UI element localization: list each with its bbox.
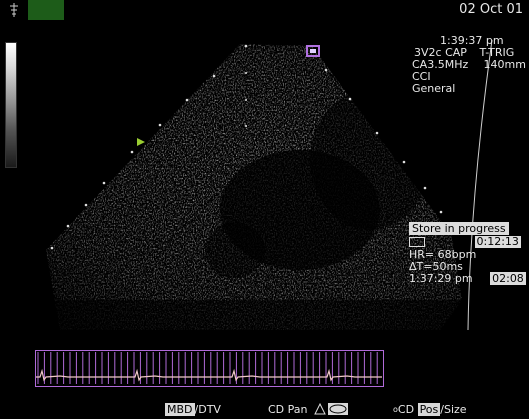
ecg-frame [35,350,384,387]
clip-length-badge: 02:08 [490,272,526,285]
eye-icon[interactable] [328,403,348,415]
mbd-dtv-control[interactable]: MBD/DTV [165,403,221,416]
ecg-trace [35,350,384,387]
cd-pos-size-control[interactable]: oCD Pos/Size [393,403,467,416]
cd-label[interactable]: CD [398,403,414,416]
ecg-waveform [36,368,382,382]
store-status-badge: Store in progress [409,222,509,235]
triangle-icon[interactable] [314,402,326,418]
logo-icon [8,2,20,18]
record-icon [409,237,425,247]
status-indicator [28,0,64,20]
focus-marker-icon [306,42,320,57]
depth-label: 140mm [483,58,526,71]
store-panel: Store in progress 0:12:13 HR= 68bpm ΔT=5… [409,222,526,286]
cursor-marker-icon [137,131,145,146]
cd-pan-label[interactable]: CD Pan [268,404,308,416]
settings-panel: 1:39:37 pm 3V2c CAP T-TRIG CA3.5MHz 140m… [407,35,526,95]
mbd-box[interactable]: MBD [165,403,195,416]
preset-label: General [412,82,456,95]
bottom-bar: MBD/DTV CD Pan oCD Pos/Size [0,402,529,419]
store-clock-label: 1:37:29 pm [409,272,473,285]
size-label[interactable]: /Size [440,403,466,416]
grayscale-bar [5,42,17,168]
ecg-strip [35,350,384,387]
pos-box[interactable]: Pos [417,403,441,416]
top-bar: 02 Oct 01 [0,0,529,20]
date-label: 02 Oct 01 [459,2,523,17]
dtv-label[interactable]: /DTV [195,403,221,416]
store-timer: 0:12:13 [474,235,521,248]
sector-scan [46,44,462,330]
